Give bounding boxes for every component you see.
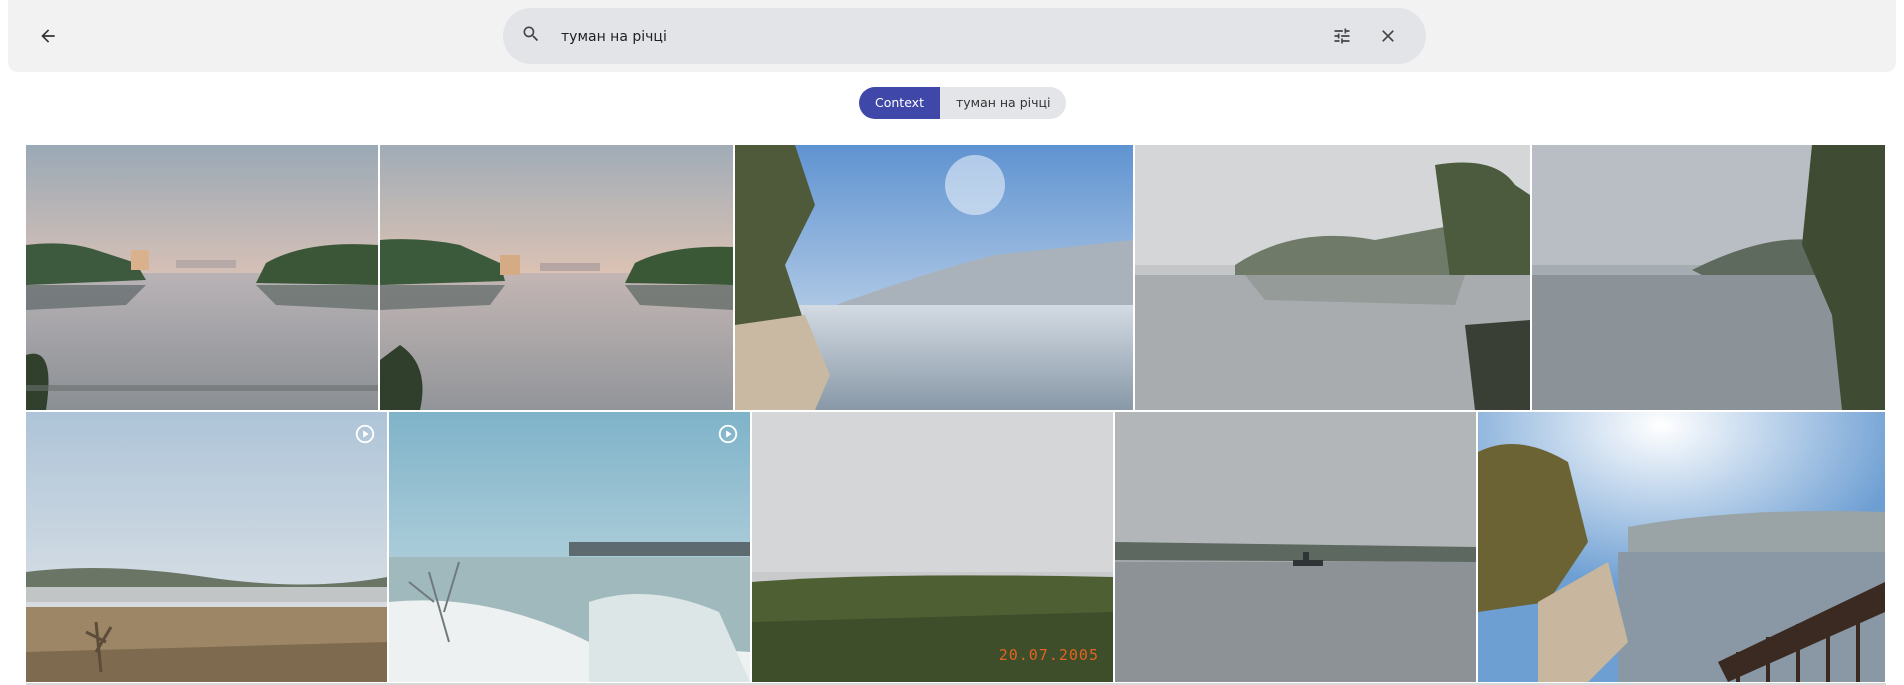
clear-search-button[interactable] [1374,22,1402,50]
photo-tile[interactable] [735,145,1133,410]
photo-tile[interactable]: 20.07.2005 [752,412,1113,682]
photo-tile[interactable] [1478,412,1885,682]
photo-tile[interactable] [26,145,378,410]
river-bank-sunlit-haze-photo [735,145,1133,410]
foggy-river-dawn-city-2-photo [380,145,733,410]
photo-tile[interactable] [1115,412,1476,682]
foggy-field-dawn-photo [26,412,387,682]
photo-tile[interactable] [1532,145,1885,410]
back-button[interactable] [33,21,63,51]
query-chip[interactable]: туман на річці [939,87,1067,119]
search-icon [521,24,545,48]
river-boat-in-fog-photo [1115,412,1476,682]
photo-date-stamp: 20.07.2005 [998,646,1099,664]
photo-tile[interactable] [26,412,387,682]
fog-over-meadow-photo [752,412,1113,682]
search-bar [503,8,1426,64]
photo-tile[interactable] [389,412,750,682]
search-mode-chips: Context туман на річці [859,87,1067,119]
search-filters-button[interactable] [1328,22,1356,50]
misty-river-willow-photo [1532,145,1885,410]
frosty-river-bridge-photo [389,412,750,682]
arrow-back-icon [41,29,55,43]
photo-tile[interactable] [380,145,733,410]
misty-river-trees-photo [1135,145,1530,410]
photo-tile[interactable] [1135,145,1530,410]
foggy-river-dawn-city-photo [26,145,378,410]
search-input[interactable] [559,22,1263,52]
tune-icon [1334,28,1350,44]
embankment-railing-sun-photo [1478,412,1885,682]
play-circle-icon [354,423,376,445]
close-icon [1382,30,1394,42]
context-chip[interactable]: Context [859,87,940,119]
play-circle-icon [717,423,739,445]
